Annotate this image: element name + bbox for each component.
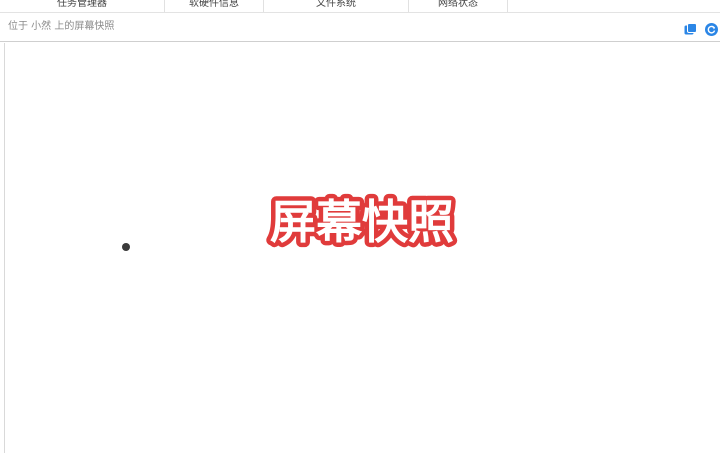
tab-label: 任务管理器 <box>57 0 107 9</box>
copy-window-button[interactable] <box>684 21 697 35</box>
tab-hardware-software-info[interactable]: 软硬件信息 <box>165 0 264 12</box>
tab-task-manager[interactable]: 任务管理器 <box>0 0 165 12</box>
page-title: 位于 小然 上的屏幕快照 <box>8 21 115 32</box>
tab-label: 文件系统 <box>316 0 356 9</box>
tab-bar: 任务管理器 软硬件信息 文件系统 网络状态 <box>0 0 720 13</box>
tab-network-status[interactable]: 网络状态 <box>409 0 508 12</box>
snapshot-window: 任务管理器 软硬件信息 文件系统 网络状态 位于 小然 上的屏幕快照 屏幕快照 <box>0 0 720 453</box>
tab-file-system[interactable]: 文件系统 <box>264 0 409 12</box>
copy-window-icon <box>684 23 697 35</box>
tab-label: 软硬件信息 <box>189 0 239 9</box>
tab-label: 网络状态 <box>438 0 478 9</box>
snapshot-header: 位于 小然 上的屏幕快照 <box>0 13 720 42</box>
snapshot-heading: 屏幕快照 <box>266 193 459 251</box>
cursor-dot <box>122 243 130 251</box>
refresh-button[interactable] <box>705 21 718 36</box>
refresh-icon <box>705 23 718 36</box>
snapshot-heading-text: 屏幕快照 <box>270 195 454 249</box>
